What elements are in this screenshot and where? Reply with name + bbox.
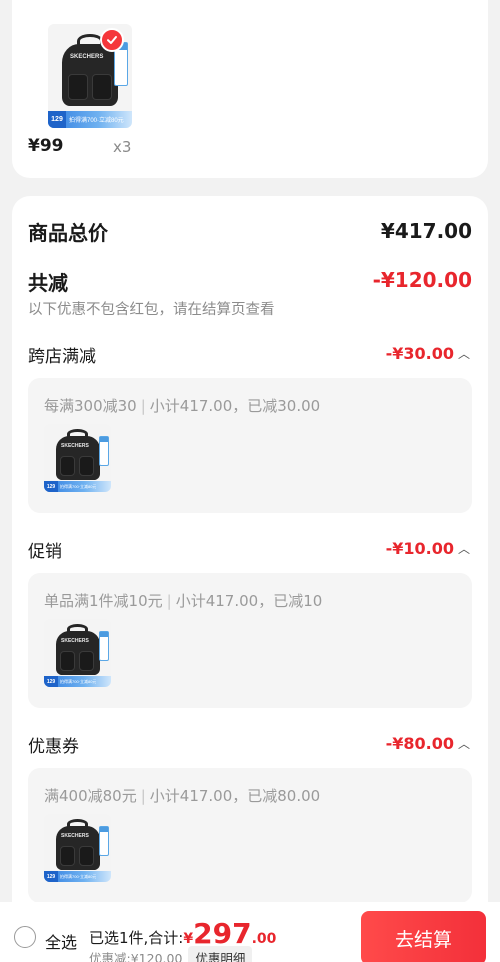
backpack-pocket-left xyxy=(60,846,75,866)
backpack-pocket-left xyxy=(68,74,88,100)
subtotal-text: 小计417.00，已减80.00 xyxy=(149,787,321,805)
banner-text: 拍得满700·立减80元 xyxy=(60,873,97,879)
backpack-pocket-right xyxy=(79,456,94,476)
checkout-bar: 全选 已选1件,合计: ¥ 297 .00 优惠减:¥120.00 优惠明细 去… xyxy=(0,902,500,962)
chevron-up-icon: ︿ xyxy=(457,737,470,751)
promo-banner: 129 拍得满700·立减80元 xyxy=(44,676,111,687)
banner-price: 129 xyxy=(44,481,58,492)
brand-logo: SKECHERS xyxy=(61,833,89,839)
brand-logo: SKECHERS xyxy=(61,638,89,644)
product-thumbnail[interactable]: SKECHERS 129 拍得满700·立减80元 xyxy=(44,814,111,882)
section-amount-cross-store[interactable]: -¥30.00 ︿ xyxy=(386,344,470,363)
total-discount-label: 共减 xyxy=(28,271,68,295)
currency-symbol: ¥ xyxy=(183,931,194,947)
select-all-radio[interactable] xyxy=(14,926,36,948)
rule-text: 每满300减30 xyxy=(44,397,137,415)
discount-note: 以下优惠不包含红包，请在结算页查看 xyxy=(28,302,275,318)
product-thumbnail[interactable]: SKECHERS 129 拍得满700·立减80元 xyxy=(44,424,111,492)
total-decimal: .00 xyxy=(251,931,277,947)
section-card-coupon: 满400减80元 | 小计417.00，已减80.00 SKECHERS 129 拍… xyxy=(28,768,472,903)
promo-banner: 129 拍得满700·立减80元 xyxy=(44,871,111,882)
rule-text: 单品满1件减10元 xyxy=(44,592,163,610)
goods-total-label: 商品总价 xyxy=(28,221,108,245)
cart-item-card: SKECHERS 129 拍得满700·立减80元 ¥99 x3 xyxy=(12,0,488,178)
brand-logo: SKECHERS xyxy=(61,443,89,449)
select-all-label[interactable]: 全选 xyxy=(45,929,77,953)
item-price: ¥99 xyxy=(28,136,64,156)
product-thumbnail[interactable]: SKECHERS 129 拍得满700·立减80元 xyxy=(44,619,111,687)
selected-check-icon[interactable] xyxy=(100,28,124,52)
backpack-pocket-left xyxy=(60,456,75,476)
backpack-pocket-right xyxy=(79,651,94,671)
total-integer: 297 xyxy=(193,917,252,950)
size-tag xyxy=(99,631,109,661)
banner-text: 拍得满700·立减80元 xyxy=(60,678,97,684)
discount-detail-button[interactable]: 优惠明细 xyxy=(188,946,253,962)
section-card-promotion: 单品满1件减10元 | 小计417.00，已减10 SKECHERS 129 拍得满… xyxy=(28,573,472,708)
item-quantity: x3 xyxy=(113,138,132,156)
section-card-cross-store: 每满300减30 | 小计417.00，已减30.00 SKECHERS 129 拍… xyxy=(28,378,472,513)
banner-price: 129 xyxy=(48,111,66,128)
promo-banner: 129 拍得满700·立减80元 xyxy=(44,481,111,492)
rule-line: 满400减80元 | 小计417.00，已减80.00 xyxy=(44,787,321,805)
section-title-coupon: 优惠券 xyxy=(28,737,79,757)
size-tag xyxy=(99,826,109,856)
subtotal-text: 小计417.00，已减30.00 xyxy=(149,397,321,415)
backpack-pocket-right xyxy=(92,74,112,100)
section-title-cross-store: 跨店满减 xyxy=(28,347,96,367)
banner-price: 129 xyxy=(44,676,58,687)
discount-line: 优惠减:¥120.00 优惠明细 xyxy=(89,946,253,962)
selected-total: 已选1件,合计: ¥ 297 .00 xyxy=(89,917,277,950)
chevron-up-icon: ︿ xyxy=(457,347,470,361)
section-amount-promotion[interactable]: -¥10.00 ︿ xyxy=(386,539,470,558)
banner-text: 拍得满700·立减80元 xyxy=(69,118,124,124)
subtotal-text: 小计417.00，已减10 xyxy=(175,592,323,610)
backpack-pocket-right xyxy=(79,846,94,866)
rule-line: 每满300减30 | 小计417.00，已减30.00 xyxy=(44,397,321,415)
chevron-up-icon: ︿ xyxy=(457,542,470,556)
total-discount-value: -¥120.00 xyxy=(372,268,472,292)
selected-text: 已选1件,合计: xyxy=(89,929,184,947)
section-amount-value: -¥10.00 xyxy=(385,539,454,558)
rule-line: 单品满1件减10元 | 小计417.00，已减10 xyxy=(44,592,323,610)
backpack-pocket-left xyxy=(60,651,75,671)
brand-logo: SKECHERS xyxy=(70,54,104,60)
promo-banner: 129 拍得满700·立减80元 xyxy=(48,111,132,128)
goods-total-value: ¥417.00 xyxy=(380,219,472,243)
section-amount-value: -¥80.00 xyxy=(385,734,454,753)
banner-text: 拍得满700·立减80元 xyxy=(60,483,97,489)
section-amount-value: -¥30.00 xyxy=(385,344,454,363)
section-amount-coupon[interactable]: -¥80.00 ︿ xyxy=(386,734,470,753)
checkout-button[interactable]: 去结算 xyxy=(361,911,486,962)
size-tag xyxy=(99,436,109,466)
discount-text: 优惠减:¥120.00 xyxy=(89,951,183,962)
banner-price: 129 xyxy=(44,871,58,882)
rule-text: 满400减80元 xyxy=(44,787,137,805)
section-title-promotion: 促销 xyxy=(28,542,62,562)
